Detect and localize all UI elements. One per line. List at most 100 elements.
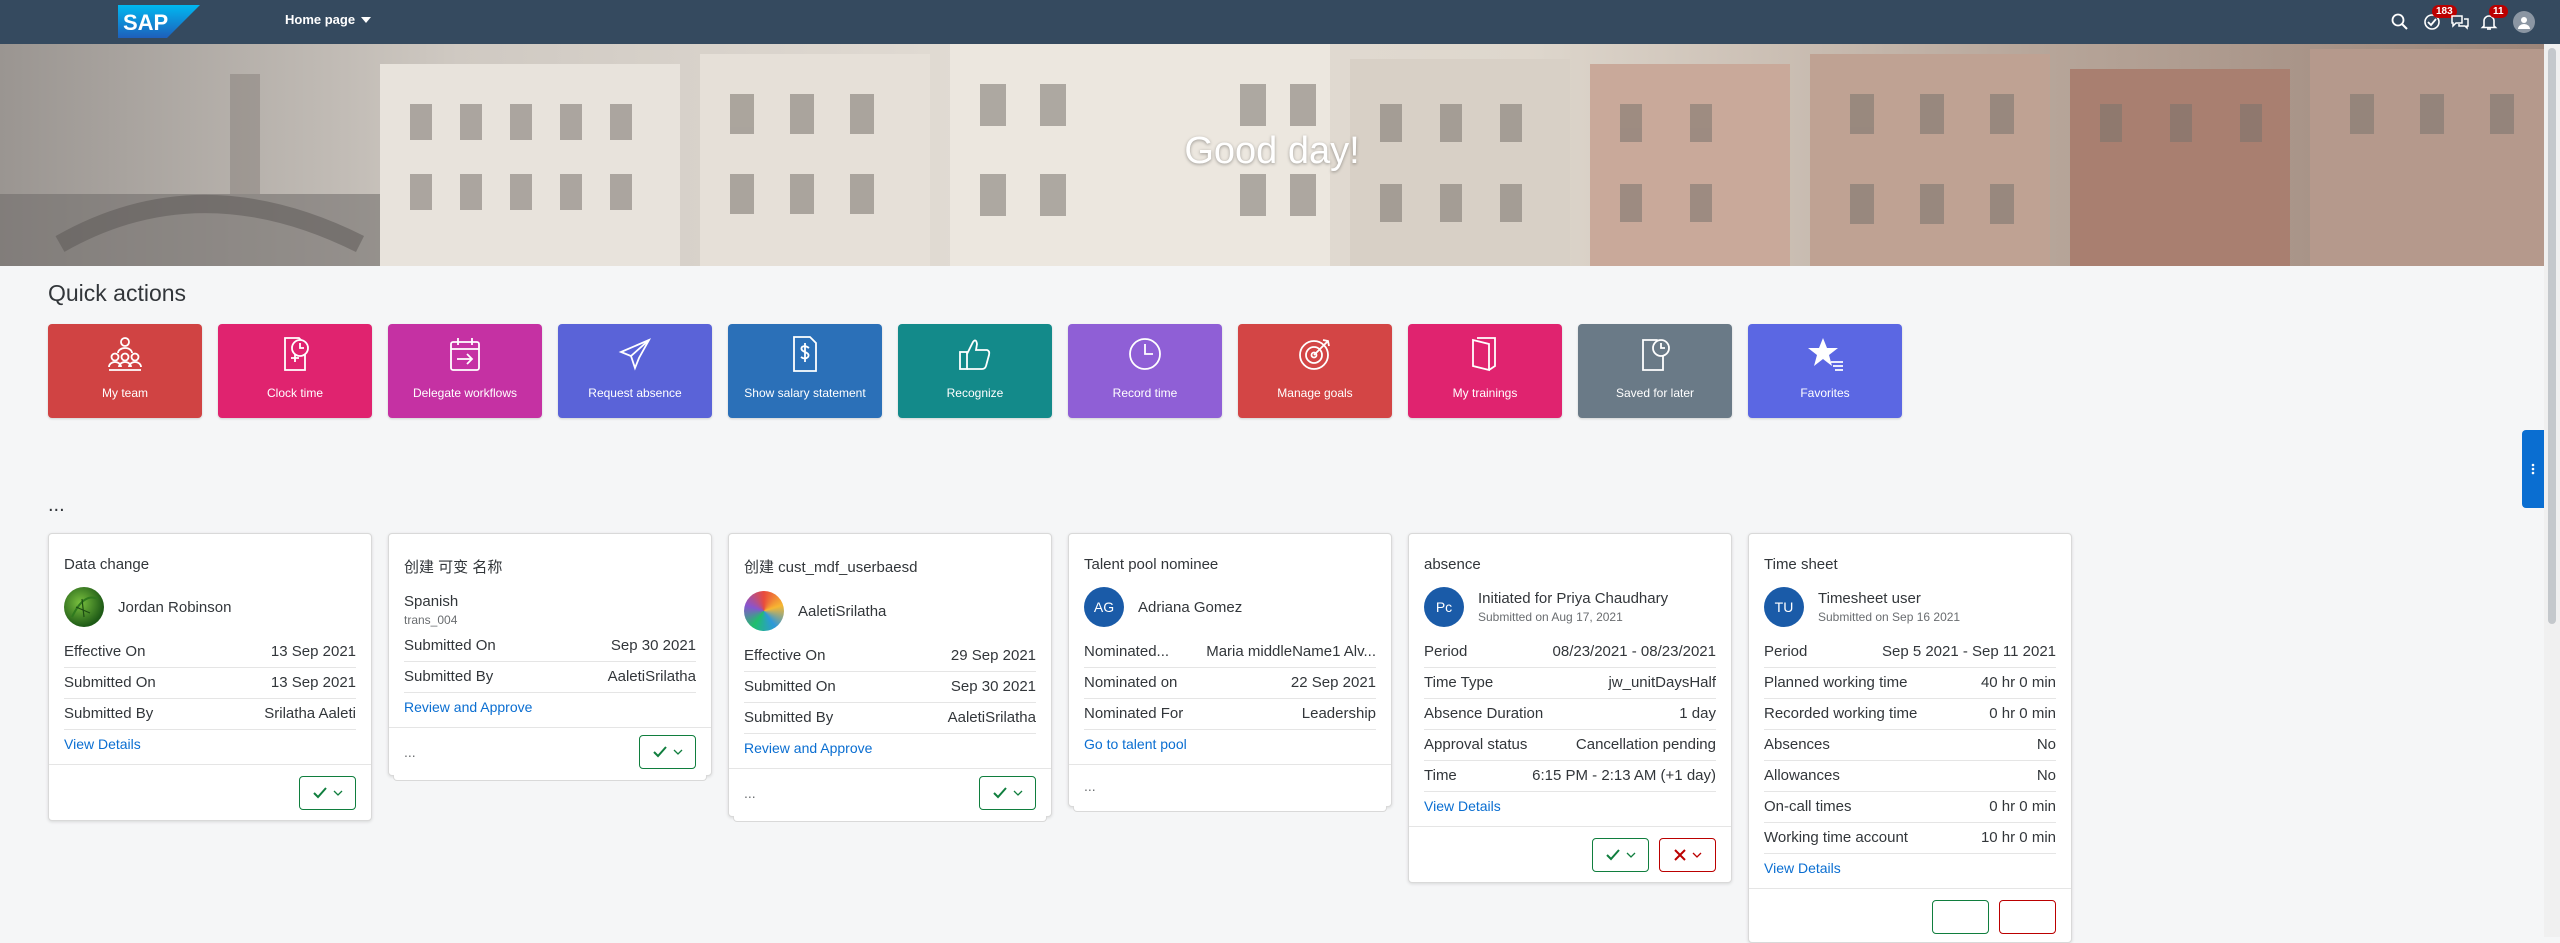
field-row: On-call times 0 hr 0 min — [1764, 792, 2056, 823]
view-details-link[interactable]: View Details — [1749, 854, 2071, 888]
field-value: 13 Sep 2021 — [270, 674, 356, 691]
sap-logo[interactable]: SAP — [118, 5, 200, 38]
review-and-approve-link[interactable]: Review and Approve — [729, 734, 1051, 768]
clock-icon — [1129, 338, 1161, 370]
field-label: Approval status — [1424, 736, 1528, 753]
chevron-down-icon — [333, 790, 342, 796]
approve-button[interactable] — [979, 775, 1036, 810]
quick-action-request-absence[interactable]: Request absence — [558, 324, 712, 418]
field-row: Submitted By AaletiSrilatha — [404, 662, 696, 693]
field-row: Period Sep 5 2021 - Sep 11 2021 — [1764, 637, 2056, 668]
quick-action-label: Saved for later — [1615, 386, 1695, 400]
quick-action-favorites[interactable]: Favorites — [1748, 324, 1902, 418]
card-create-cust-mdf[interactable]: 创建 cust_mdf_userbaesd AaletiSrilatha Eff… — [728, 533, 1052, 822]
avatar: Pc — [1424, 587, 1464, 627]
avatar — [744, 591, 784, 631]
person-name: Jordan Robinson — [118, 598, 232, 616]
quick-action-saved-for-later[interactable]: Saved for later — [1578, 324, 1732, 418]
shell-bar: SAP Home page 183 11 — [0, 0, 2560, 44]
person-name: Initiated for Priya Chaudhary — [1478, 590, 1669, 607]
field-value: jw_unitDaysHalf — [1608, 674, 1716, 691]
card-title: absence — [1424, 556, 1481, 573]
quick-actions-row: My team Clock time Delegate workflows Re… — [48, 324, 1902, 418]
section-more-dots[interactable]: ... — [48, 494, 65, 517]
field-value: Sep 5 2021 - Sep 11 2021 — [1881, 643, 2056, 660]
go-to-talent-pool-link[interactable]: Go to talent pool — [1069, 730, 1391, 764]
field-row: Effective On 29 Sep 2021 — [744, 641, 1036, 672]
field-label: Submitted On — [64, 674, 156, 691]
quick-action-manage-goals[interactable]: Manage goals — [1238, 324, 1392, 418]
field-row: Allowances No — [1764, 761, 2056, 792]
user-avatar[interactable] — [2512, 10, 2536, 34]
more-dots[interactable]: ... — [744, 785, 756, 801]
airplane-icon — [618, 338, 652, 371]
scroll-thumb[interactable] — [2548, 48, 2556, 624]
home-page-menu[interactable]: Home page — [285, 12, 372, 27]
approve-button[interactable] — [1592, 837, 1649, 872]
card-person: Pc Initiated for Priya Chaudhary Submitt… — [1409, 573, 1731, 627]
todo-icon[interactable]: 183 — [2420, 5, 2457, 34]
card-data-change[interactable]: Data change Jordan Robinson Effective On… — [48, 533, 372, 821]
card-person: Jordan Robinson — [49, 573, 371, 627]
quick-action-label: Show salary statement — [744, 386, 866, 400]
quick-action-my-team[interactable]: My team — [48, 324, 202, 418]
quick-action-record-time[interactable]: Record time — [1068, 324, 1222, 418]
search-icon[interactable] — [2388, 10, 2412, 34]
review-and-approve-link[interactable]: Review and Approve — [389, 693, 711, 727]
chevron-down-icon — [673, 749, 682, 755]
quick-action-recognize[interactable]: Recognize — [898, 324, 1052, 418]
field-value: AaletiSrilatha — [607, 668, 696, 685]
submitted-date: Submitted on Sep 16 2021 — [1818, 610, 1961, 624]
card-absence[interactable]: absence Pc Initiated for Priya Chaudhary… — [1408, 533, 1732, 883]
reject-button[interactable] — [1999, 899, 2056, 934]
approve-button[interactable] — [1932, 899, 1989, 934]
quick-action-clock-time[interactable]: Clock time — [218, 324, 372, 418]
field-value: 13 Sep 2021 — [270, 643, 356, 660]
home-page-label: Home page — [285, 12, 356, 27]
view-details-link[interactable]: View Details — [1409, 792, 1731, 826]
approve-button[interactable] — [639, 734, 696, 769]
avatar: AG — [1084, 587, 1124, 627]
quick-action-label: Recognize — [946, 386, 1004, 400]
field-label: Effective On — [64, 643, 146, 660]
card-fields: Effective On 13 Sep 2021 Submitted On 13 S… — [49, 627, 371, 730]
quick-action-my-trainings[interactable]: My trainings — [1408, 324, 1562, 418]
view-details-link[interactable]: View Details — [49, 730, 371, 764]
field-row: Submitted On 13 Sep 2021 — [64, 668, 356, 699]
card-stack-edge — [1073, 806, 1387, 812]
check-icon — [992, 786, 1007, 798]
card-time-sheet[interactable]: Time sheet TU Timesheet user Submitted o… — [1748, 533, 2072, 943]
avatar — [64, 587, 104, 627]
field-label: Time — [1424, 767, 1457, 784]
card-fields: Period 08/23/2021 - 08/23/2021 Time Type j… — [1409, 627, 1731, 792]
chevron-down-icon — [1013, 790, 1022, 796]
more-dots[interactable]: ... — [404, 744, 416, 760]
quick-action-label: Favorites — [1800, 386, 1850, 400]
approve-button[interactable] — [299, 775, 356, 810]
field-row: Submitted By Srilatha Aaleti — [64, 699, 356, 730]
notification-bell-icon[interactable]: 11 — [2477, 5, 2508, 34]
chat-icon[interactable] — [2448, 10, 2472, 34]
field-value: 6:15 PM - 2:13 AM (+1 day) — [1532, 767, 1716, 784]
field-value: 08/23/2021 - 08/23/2021 — [1552, 643, 1716, 660]
card-create-variable-name[interactable]: 创建 可变 名称 Spanish trans_004 Submitted On S… — [388, 533, 712, 781]
page-scrollbar[interactable] — [2544, 44, 2560, 937]
item-name: Spanish — [404, 593, 459, 610]
card-footer: ... — [1069, 764, 1391, 806]
quick-action-show-salary-statement[interactable]: Show salary statement — [728, 324, 882, 418]
quick-action-delegate-workflows[interactable]: Delegate workflows — [388, 324, 542, 418]
reject-button[interactable] — [1659, 837, 1716, 872]
field-row: Nominated... Maria middleName1 Alv... — [1084, 637, 1376, 668]
quick-action-label: Manage goals — [1277, 386, 1353, 400]
field-row: Absences No — [1764, 730, 2056, 761]
field-row: Nominated on 22 Sep 2021 — [1084, 668, 1376, 699]
more-dots[interactable]: ... — [1084, 778, 1096, 794]
field-label: Period — [1424, 643, 1468, 660]
check-icon — [1605, 848, 1620, 860]
field-label: Nominated on — [1084, 674, 1178, 691]
field-label: Allowances — [1764, 767, 1840, 784]
card-footer: ... — [729, 768, 1051, 816]
field-row: Absence Duration 1 day — [1424, 699, 1716, 730]
card-talent-pool-nominee[interactable]: Talent pool nominee AG Adriana Gomez Nom… — [1068, 533, 1392, 812]
side-panel-toggle[interactable] — [2522, 430, 2544, 508]
